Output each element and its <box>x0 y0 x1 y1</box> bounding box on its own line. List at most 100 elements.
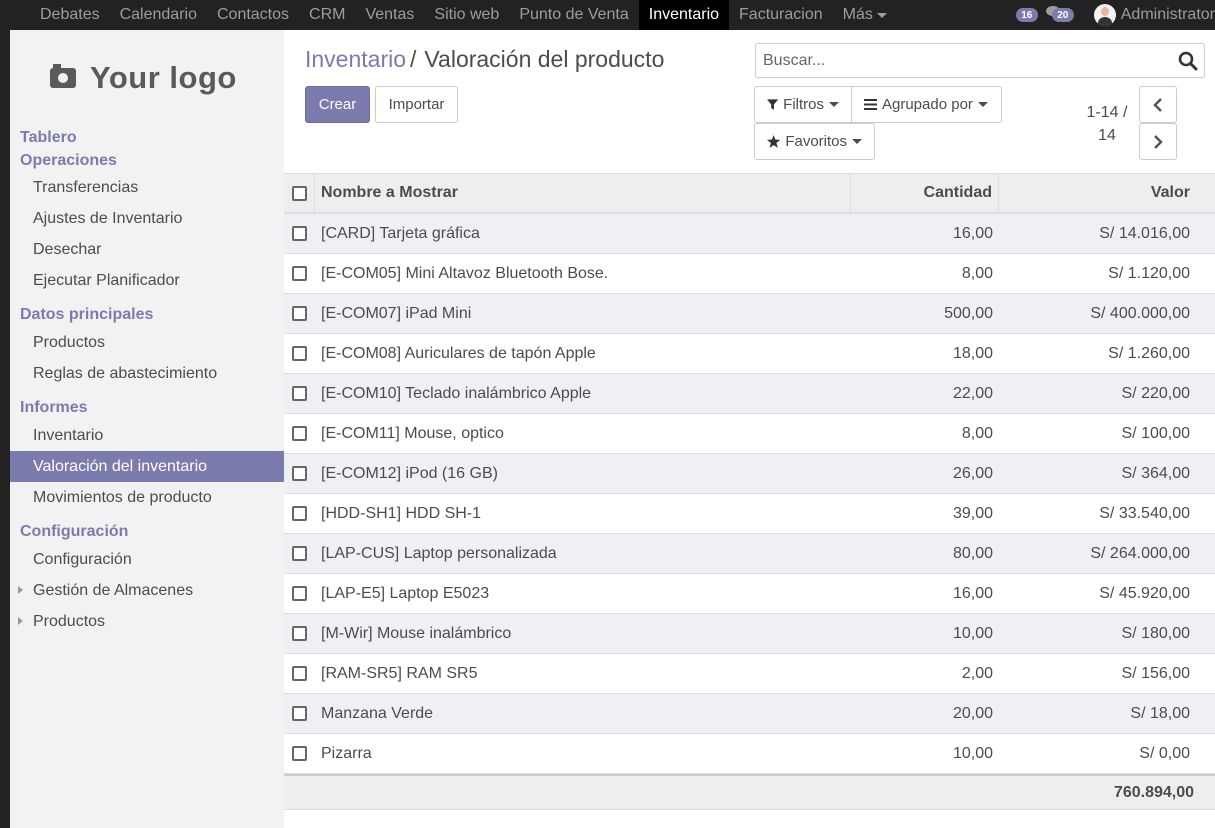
row-checkbox[interactable] <box>292 506 307 521</box>
row-select-cell <box>284 214 315 253</box>
total-value: 760.894,00 <box>1113 783 1194 801</box>
sidebar-section-operaciones[interactable]: Operaciones <box>10 149 284 172</box>
app-debates[interactable]: Debates <box>30 0 110 30</box>
create-button[interactable]: Crear <box>305 86 370 123</box>
favorites-button[interactable]: Favoritos <box>754 123 875 160</box>
row-checkbox[interactable] <box>292 266 307 281</box>
sidebar-item-desechar[interactable]: Desechar <box>10 234 284 265</box>
product-name-cell: [CARD] Tarjeta gráfica <box>321 224 480 242</box>
row-checkbox[interactable] <box>292 386 307 401</box>
quantity-cell: 16,00 <box>952 584 993 602</box>
activity-menu[interactable]: 16 <box>1015 8 1038 22</box>
control-panel: Inventario / Valoración del producto Crear… <box>284 30 1215 174</box>
sidebar-section-tablero[interactable]: Tablero <box>10 126 284 149</box>
table-row[interactable]: [E-COM11] Mouse, optico 8,00 S/ 100,00 <box>284 414 1215 454</box>
app-punto-de-venta[interactable]: Punto de Venta <box>509 0 638 30</box>
app-calendario[interactable]: Calendario <box>110 0 207 30</box>
more-apps-menu[interactable]: Más <box>833 0 897 30</box>
product-name-cell: [M-Wir] Mouse inalámbrico <box>321 624 512 642</box>
table-row[interactable]: [RAM-SR5] RAM SR5 2,00 S/ 156,00 <box>284 654 1215 694</box>
row-checkbox[interactable] <box>292 706 307 721</box>
caret-down-icon <box>852 139 862 144</box>
table-row[interactable]: [LAP-E5] Laptop E5023 16,00 S/ 45.920,00 <box>284 574 1215 614</box>
table-row[interactable]: [E-COM12] iPod (16 GB) 26,00 S/ 364,00 <box>284 454 1215 494</box>
breadcrumb-parent[interactable]: Inventario <box>305 46 406 72</box>
table-row[interactable]: [LAP-CUS] Laptop personalizada 80,00 S/ 26… <box>284 534 1215 574</box>
messaging-menu[interactable]: 20 <box>1045 6 1074 22</box>
app-contactos[interactable]: Contactos <box>207 0 299 30</box>
product-name-cell: [E-COM05] Mini Altavoz Bluetooth Bose. <box>321 264 609 282</box>
column-header-value[interactable]: Valor <box>999 174 1199 212</box>
quantity-cell: 80,00 <box>952 544 993 562</box>
product-name-cell: Manzana Verde <box>321 704 434 722</box>
sidebar-item-movimientos-de-producto[interactable]: Movimientos de producto <box>10 482 284 513</box>
table-row[interactable]: [E-COM10] Teclado inalámbrico Apple 22,00… <box>284 374 1215 414</box>
sidebar-item-inventario[interactable]: Inventario <box>10 420 284 451</box>
row-checkbox[interactable] <box>292 426 307 441</box>
sidebar-item-transferencias[interactable]: Transferencias <box>10 172 284 203</box>
quantity-cell: 18,00 <box>952 344 993 362</box>
filters-button[interactable]: Filtros <box>754 86 852 123</box>
search-input[interactable] <box>756 44 1156 77</box>
table-row[interactable]: Pizarra 10,00 S/ 0,00 <box>284 734 1215 774</box>
sidebar-section-datos-principales[interactable]: Datos principales <box>10 302 284 327</box>
table-row[interactable]: Manzana Verde 20,00 S/ 18,00 <box>284 694 1215 734</box>
sidebar-item-valoracion-del-inventario[interactable]: Valoración del inventario <box>10 451 284 482</box>
pager-previous-button[interactable] <box>1139 86 1177 123</box>
app-inventario[interactable]: Inventario <box>638 0 730 30</box>
sidebar-item-label: Productos <box>33 613 106 630</box>
caret-down-icon <box>876 12 887 18</box>
row-checkbox[interactable] <box>292 626 307 641</box>
table-header: Nombre a Mostrar Cantidad Valor <box>284 173 1215 214</box>
sidebar-item-label: Desechar <box>33 241 102 258</box>
row-checkbox[interactable] <box>292 586 307 601</box>
row-checkbox[interactable] <box>292 466 307 481</box>
table-row[interactable]: [HDD-SH1] HDD SH-1 39,00 S/ 33.540,00 <box>284 494 1215 534</box>
systray: 16 20 Administrator <box>1015 0 1215 30</box>
column-header-quantity[interactable]: Cantidad <box>851 174 999 212</box>
value-cell: S/ 14.016,00 <box>1099 224 1190 242</box>
sidebar-item-productos[interactable]: Productos <box>10 606 284 637</box>
table-row[interactable]: [E-COM07] iPad Mini 500,00 S/ 400.000,00 <box>284 294 1215 334</box>
app-sitio-web[interactable]: Sitio web <box>424 0 509 30</box>
table-row[interactable]: [E-COM08] Auriculares de tapón Apple 18,0… <box>284 334 1215 374</box>
pager-value[interactable]: 1-14 / 14 <box>1079 101 1135 147</box>
row-checkbox[interactable] <box>292 546 307 561</box>
search-icon[interactable] <box>1178 51 1198 71</box>
row-checkbox[interactable] <box>292 666 307 681</box>
app-ventas[interactable]: Ventas <box>355 0 424 30</box>
app-crm[interactable]: CRM <box>299 0 355 30</box>
table-row[interactable]: [M-Wir] Mouse inalámbrico 10,00 S/ 180,00 <box>284 614 1215 654</box>
group-by-label: Agrupado por <box>882 96 973 113</box>
chevron-right-icon <box>1154 134 1163 149</box>
sidebar-section-configuracion[interactable]: Configuración <box>10 519 284 544</box>
table-row[interactable]: [E-COM05] Mini Altavoz Bluetooth Bose. 8,… <box>284 254 1215 294</box>
select-all-checkbox[interactable] <box>291 185 307 201</box>
row-checkbox[interactable] <box>292 226 307 241</box>
user-menu[interactable]: Administrator <box>1093 4 1215 26</box>
list-icon <box>864 99 877 110</box>
column-header-name[interactable]: Nombre a Mostrar <box>315 174 851 212</box>
value-cell: S/ 180,00 <box>1121 624 1191 642</box>
row-checkbox[interactable] <box>292 746 307 761</box>
activity-count-badge: 16 <box>1015 8 1038 22</box>
sidebar-item-productos[interactable]: Productos <box>10 327 284 358</box>
sidebar-section-informes[interactable]: Informes <box>10 395 284 420</box>
sidebar-item-configuracion[interactable]: Configuración <box>10 544 284 575</box>
sidebar-item-ejecutar-planificador[interactable]: Ejecutar Planificador <box>10 265 284 296</box>
group-by-button[interactable]: Agrupado por <box>851 86 1002 123</box>
row-checkbox[interactable] <box>292 346 307 361</box>
sidebar-item-ajustes-de-inventario[interactable]: Ajustes de Inventario <box>10 203 284 234</box>
app-facturacion[interactable]: Facturacion <box>729 0 833 30</box>
sidebar-item-reglas-de-abastecimiento[interactable]: Reglas de abastecimiento <box>10 358 284 389</box>
table-row[interactable]: [CARD] Tarjeta gráfica 16,00 S/ 14.016,00 <box>284 214 1215 254</box>
sidebar-menu: Tablero Operaciones Transferencias Ajustes … <box>10 126 284 637</box>
sidebar-item-gestion-de-almacenes[interactable]: Gestión de Almacenes <box>10 575 284 606</box>
pager-next-button[interactable] <box>1139 123 1177 160</box>
row-checkbox[interactable] <box>292 306 307 321</box>
value-cell: S/ 100,00 <box>1121 424 1191 442</box>
import-button[interactable]: Importar <box>375 86 458 123</box>
value-cell: S/ 264.000,00 <box>1090 544 1190 562</box>
row-select-cell <box>284 294 315 333</box>
row-select-cell <box>284 534 315 573</box>
